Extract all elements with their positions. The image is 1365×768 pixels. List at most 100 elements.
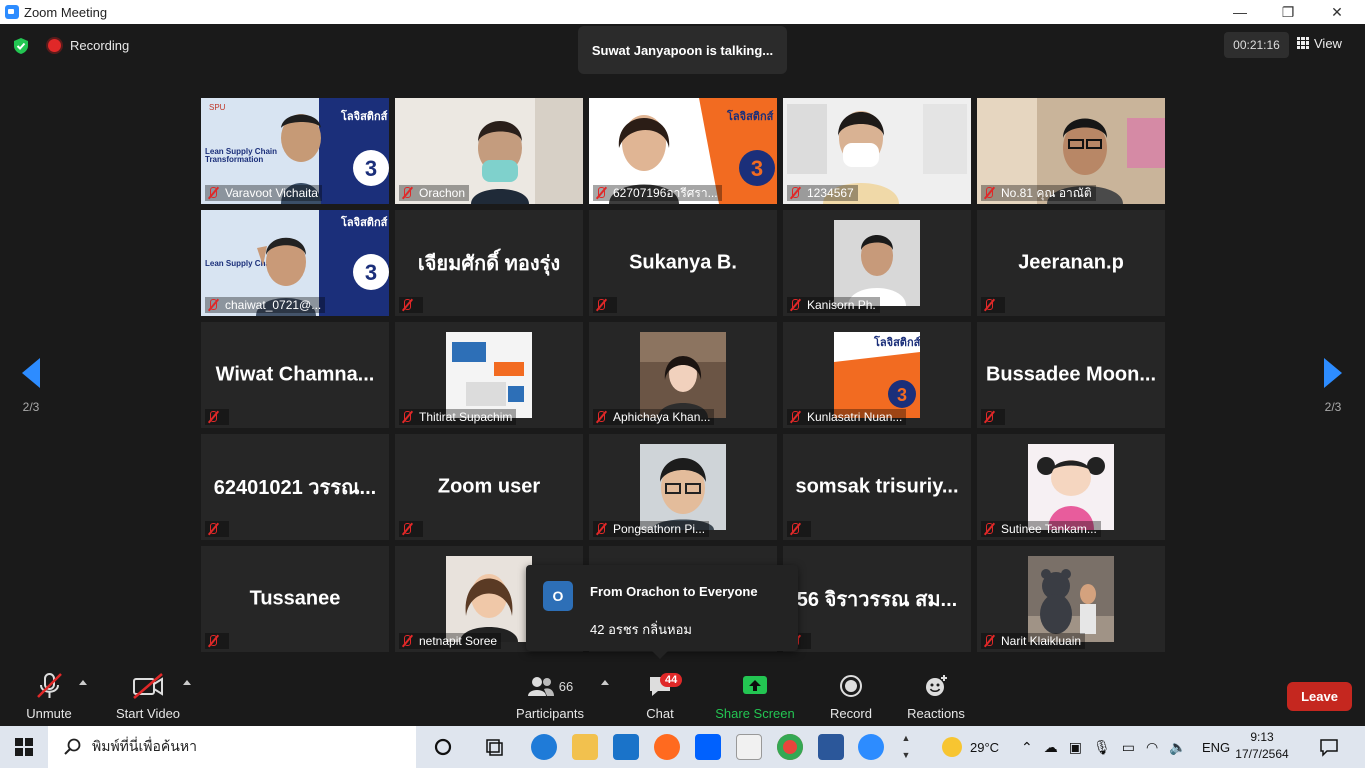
participant-name-label	[205, 521, 229, 537]
participants-options-chevron-icon[interactable]	[601, 680, 609, 685]
chevron-left-icon	[22, 358, 40, 388]
notification-icon[interactable]	[1319, 737, 1339, 757]
minimize-button[interactable]: —	[1217, 0, 1263, 24]
grid-icon	[1297, 37, 1309, 49]
dropbox-icon[interactable]	[695, 734, 721, 760]
muted-mic-icon	[593, 298, 609, 312]
wifi-icon[interactable]: ◠	[1146, 739, 1158, 756]
participant-name: Zoom user	[437, 475, 541, 498]
meeting-area: Recording Suwat Janyapoon is talking... …	[0, 24, 1365, 668]
reactions-button[interactable]: Reactions	[904, 668, 968, 726]
record-icon	[840, 675, 862, 697]
chat-button[interactable]: 44 Chat	[640, 668, 683, 726]
participant-tile[interactable]: Thitirat Supachim	[395, 322, 583, 428]
participant-tile[interactable]: somsak trisuriy...	[783, 434, 971, 540]
participant-tile[interactable]: Narit Klaikluain	[977, 546, 1165, 652]
participant-tile[interactable]: Sukanya B.	[589, 210, 777, 316]
participant-tile[interactable]: 3 SPU Lean Supply Chain Transformation โ…	[201, 98, 389, 204]
zoom-taskbar-icon[interactable]	[858, 734, 884, 760]
participant-tile[interactable]: Tussanee	[201, 546, 389, 652]
participant-name: เจียมศักดิ์ ทองรุ่ง	[417, 253, 561, 275]
participant-tile[interactable]: 1234567	[783, 98, 971, 204]
microphone-icon[interactable]: 🎙	[1093, 739, 1111, 756]
participant-tile[interactable]: 62401021 วรรณ...	[201, 434, 389, 540]
participants-button[interactable]: 66 Participants	[512, 668, 588, 726]
muted-mic-icon	[787, 186, 803, 200]
zoom-logo-icon	[5, 5, 19, 19]
record-button[interactable]: Record	[826, 668, 876, 726]
restore-button[interactable]: ❐	[1265, 0, 1311, 24]
cortana-icon[interactable]	[433, 737, 453, 757]
participant-name: Tussanee	[249, 587, 341, 610]
shield-icon[interactable]	[12, 37, 30, 55]
participant-tile[interactable]: Zoom user	[395, 434, 583, 540]
chat-notification[interactable]: O From Orachon to Everyone 42 อรชร กลิ่น…	[526, 565, 798, 659]
muted-mic-icon	[787, 522, 803, 536]
onedrive-icon[interactable]: ☁	[1044, 739, 1058, 756]
participant-tile[interactable]: 3 โลจิสติกส์ Kunlasatri Nuan...	[783, 322, 971, 428]
page-indicator-right: 2/3	[1324, 400, 1342, 414]
start-video-button[interactable]: Start Video	[110, 668, 186, 726]
participant-tile[interactable]: Aphichaya Khan...	[589, 322, 777, 428]
participant-tile[interactable]: 3 โลจิสติกส์ Lean Supply Chain chaiwat_0…	[201, 210, 389, 316]
leave-button[interactable]: Leave	[1287, 682, 1352, 711]
tray-chevron-icon[interactable]: ⌃	[1021, 739, 1033, 756]
video-options-chevron-icon[interactable]	[183, 680, 191, 685]
participant-tile[interactable]: Orachon	[395, 98, 583, 204]
participant-tile[interactable]: 3 โลจิสติกส์ 62707196อารีศรา...	[589, 98, 777, 204]
taskbar-search-box[interactable]: พิมพ์ที่นี่เพื่อค้นหา	[48, 726, 416, 768]
windows-start-icon[interactable]	[15, 738, 33, 756]
muted-mic-icon	[981, 410, 997, 424]
participant-name-label	[787, 521, 811, 537]
zoom-app: Zoom Meeting — ❐ ✕ Recording Suwat Janya…	[0, 0, 1365, 768]
next-page-button[interactable]: 2/3	[1318, 358, 1348, 414]
participant-tile[interactable]: Bussadee Moon...	[977, 322, 1165, 428]
chat-message: 42 อรชร กลิ่นหอม	[590, 622, 692, 637]
view-button[interactable]: View	[1297, 30, 1357, 56]
amazon-icon[interactable]	[736, 734, 762, 760]
participant-name-label: 62707196อารีศรา...	[593, 185, 722, 201]
weather-widget[interactable]: 29°C	[942, 726, 999, 768]
slide-brand: SPU	[209, 103, 226, 112]
battery-icon[interactable]: ▭	[1122, 739, 1135, 756]
recording-label: Recording	[70, 38, 130, 53]
participant-tile[interactable]: Kanisorn Ph.	[783, 210, 971, 316]
audio-options-chevron-icon[interactable]	[79, 680, 87, 685]
participant-tile[interactable]: Pongsathorn Pi...	[589, 434, 777, 540]
participant-tile[interactable]: No.81 คุณ อาณัติ	[977, 98, 1165, 204]
participant-name-label: Pongsathorn Pi...	[593, 521, 710, 537]
participant-tile[interactable]: Jeeranan.p	[977, 210, 1165, 316]
taskbar-clock[interactable]: 9:13 17/7/2564	[1232, 729, 1292, 763]
language-indicator[interactable]: ENG	[1202, 726, 1230, 768]
participant-name-label: Sutinee Tankam...	[981, 521, 1101, 537]
firefox-icon[interactable]	[654, 734, 680, 760]
participant-tile[interactable]: เจียมศักดิ์ ทองรุ่ง	[395, 210, 583, 316]
mail-icon[interactable]	[613, 734, 639, 760]
system-tray: ⌃ ☁ ▣ 🎙 ▭ ◠ 🔈	[1021, 726, 1187, 768]
muted-mic-icon	[981, 634, 997, 648]
taskbar-scroll-arrows[interactable]: ▲ ▼	[900, 730, 912, 764]
device-icon[interactable]: ▣	[1069, 739, 1082, 756]
muted-mic-icon	[205, 634, 221, 648]
participant-tile[interactable]: Wiwat Chamna...	[201, 322, 389, 428]
clock-date: 17/7/2564	[1235, 747, 1289, 761]
profile-picture: 3 โลจิสติกส์	[834, 332, 920, 418]
volume-icon[interactable]: 🔈	[1169, 739, 1186, 756]
edge-icon[interactable]	[531, 734, 557, 760]
previous-page-button[interactable]: 2/3	[16, 358, 46, 414]
file-explorer-icon[interactable]	[572, 734, 598, 760]
participant-tile[interactable]: Sutinee Tankam...	[977, 434, 1165, 540]
weather-temp: 29°C	[970, 739, 1000, 755]
participant-name-label: netnapit Soree	[399, 633, 502, 649]
close-button[interactable]: ✕	[1314, 0, 1360, 24]
participant-name-label	[205, 633, 229, 649]
chrome-icon[interactable]	[777, 734, 803, 760]
muted-mic-icon	[787, 298, 803, 312]
task-view-icon[interactable]	[484, 737, 504, 757]
chat-sender: From Orachon to Everyone	[590, 584, 758, 599]
participant-tile[interactable]: 56 จิราวรรณ สม...	[783, 546, 971, 652]
unmute-button[interactable]: Unmute	[20, 668, 78, 726]
share-screen-button[interactable]: Share Screen	[712, 668, 798, 726]
muted-mic-icon	[399, 522, 415, 536]
word-icon[interactable]	[818, 734, 844, 760]
